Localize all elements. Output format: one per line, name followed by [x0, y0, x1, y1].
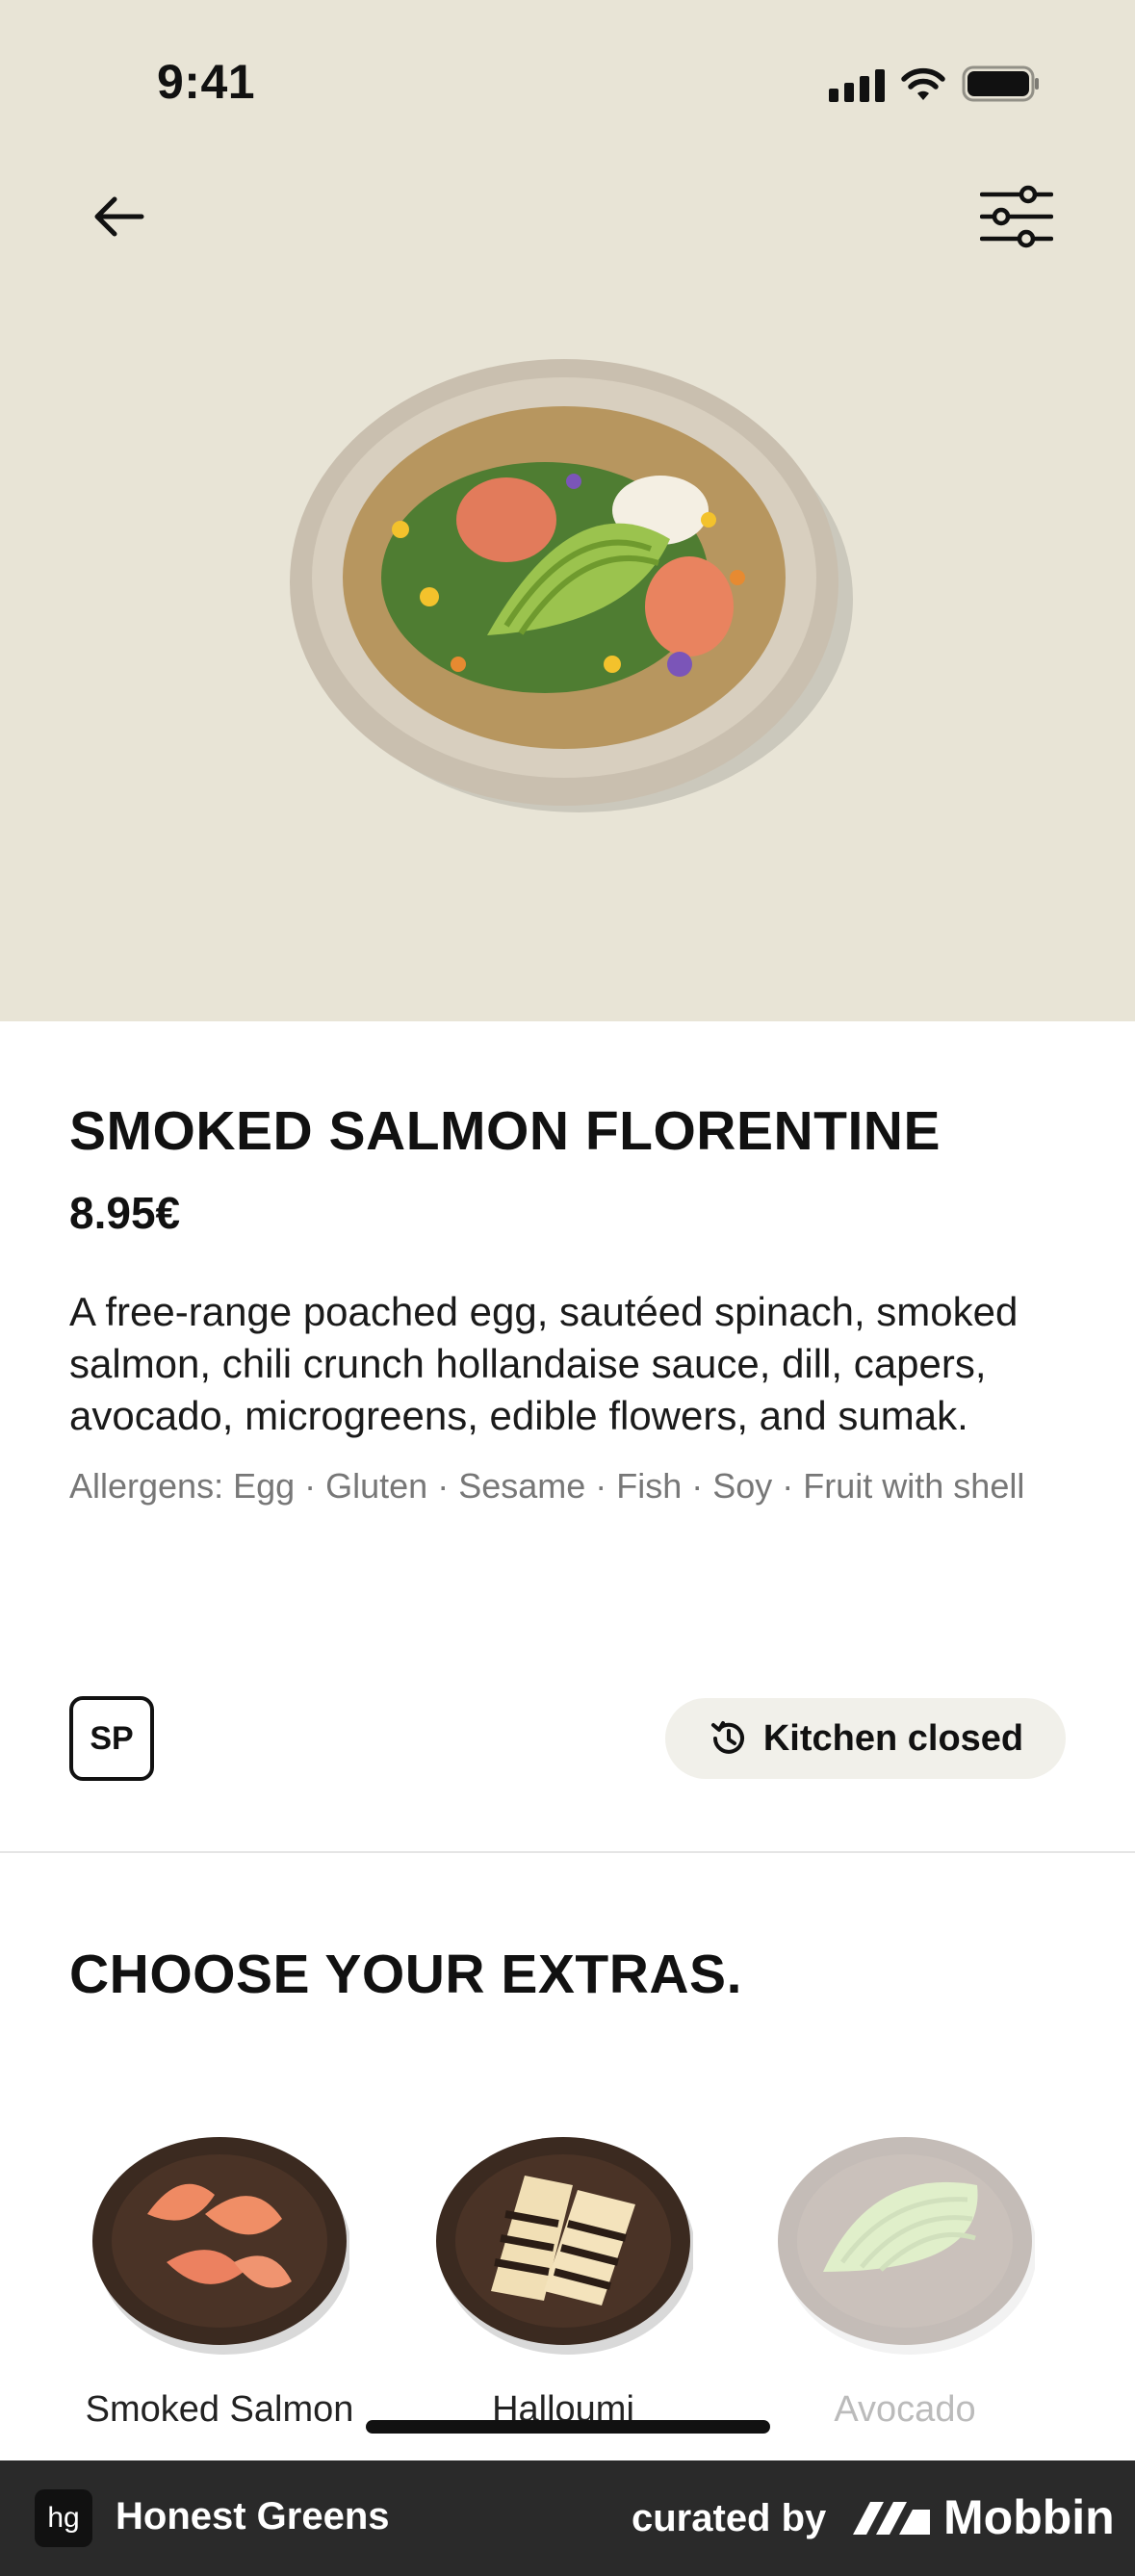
- brand-logo: hg: [35, 2489, 92, 2547]
- smoked-salmon-image: [92, 2137, 349, 2355]
- product-title: SMOKED SALMON FLORENTINE: [69, 1100, 941, 1162]
- cellular-signal-icon: [829, 69, 885, 102]
- product-details: SMOKED SALMON FLORENTINE 8.95€ A free-ra…: [69, 1097, 1071, 1509]
- extra-label: Avocado: [834, 2389, 976, 2430]
- status-time: 9:41: [157, 55, 256, 109]
- product-meta-row: SP Kitchen closed: [69, 1696, 1066, 1781]
- wifi-icon: [901, 67, 945, 100]
- product-description: A free-range poached egg, sautéed spinac…: [69, 1289, 1019, 1438]
- extra-item-avocado[interactable]: Avocado: [761, 2127, 1049, 2474]
- mobbin-mark-icon: [853, 2502, 930, 2535]
- sliders-icon: [980, 185, 1053, 248]
- top-navigation: [0, 164, 1135, 260]
- hero-section: 9:41: [0, 0, 1135, 1021]
- extras-title: CHOOSE YOUR EXTRAS.: [69, 1944, 742, 2005]
- allergens-text: Allergens: Egg · Gluten · Sesame · Fish …: [69, 1466, 1025, 1506]
- sp-badge[interactable]: SP: [69, 1696, 154, 1781]
- arrow-left-icon: [94, 196, 144, 237]
- curated-by-label: curated by: [632, 2497, 827, 2539]
- kitchen-status-label: Kitchen closed: [762, 1717, 1024, 1759]
- mobbin-logo: Mobbin: [851, 2489, 1115, 2545]
- home-indicator: [366, 2420, 770, 2434]
- battery-icon: [962, 65, 1039, 102]
- avocado-image: [778, 2137, 1035, 2355]
- section-divider: [0, 1851, 1135, 1853]
- footer-bar: hg Honest Greens curated by Mobbin: [0, 2460, 1135, 2576]
- extra-item-smoked-salmon[interactable]: Smoked Salmon: [75, 2127, 364, 2474]
- kitchen-status-pill: Kitchen closed: [665, 1698, 1066, 1779]
- mobbin-label: Mobbin: [943, 2490, 1115, 2544]
- dish-image: [285, 347, 853, 818]
- brand-name: Honest Greens: [116, 2495, 390, 2537]
- history-clock-icon: [710, 1721, 744, 1754]
- filter-button[interactable]: [973, 173, 1060, 260]
- extra-label: Smoked Salmon: [85, 2389, 354, 2430]
- back-button[interactable]: [75, 173, 162, 260]
- halloumi-image: [436, 2137, 693, 2355]
- product-price: 8.95€: [69, 1188, 181, 1238]
- status-bar: 9:41: [0, 0, 1135, 164]
- status-icons: [829, 64, 1041, 102]
